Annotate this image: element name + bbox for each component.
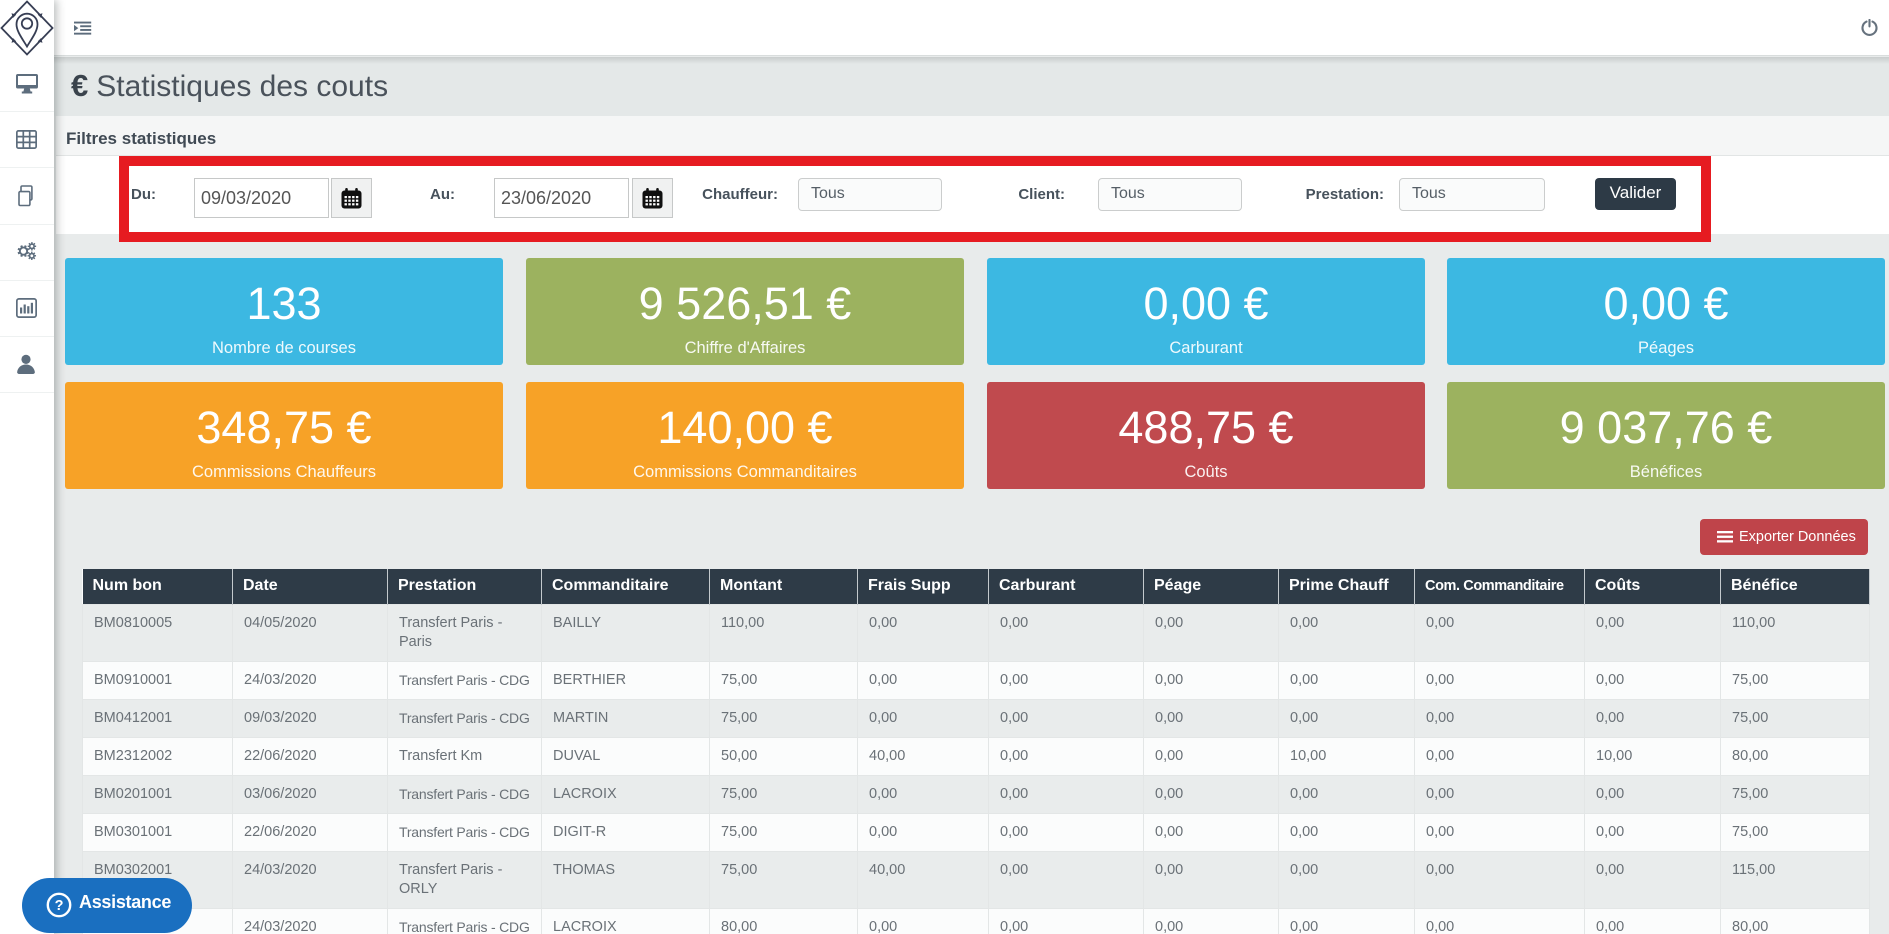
svg-text:?: ? xyxy=(55,898,64,914)
